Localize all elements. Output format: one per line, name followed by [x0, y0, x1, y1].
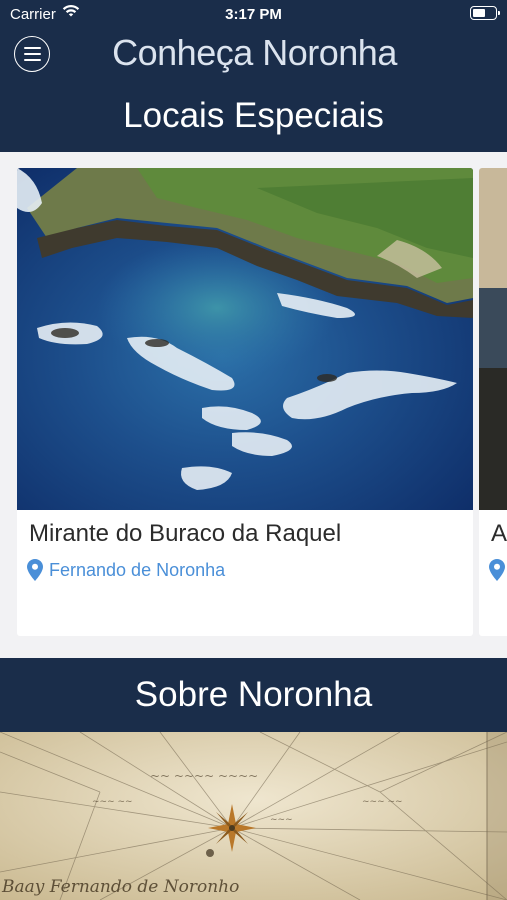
section-title-sobre-noronha: Sobre Noronha — [134, 675, 373, 714]
place-photo — [479, 168, 507, 510]
map-pin-icon — [27, 559, 43, 581]
battery-icon — [470, 6, 500, 20]
antique-map: ~~ ~~~~ ~~~~ ~~~ ~~ ~~~ ~~ ~~~ Baay Fern… — [0, 732, 507, 900]
section-header-sobre: Sobre Noronha — [0, 658, 507, 732]
svg-text:~~ ~~~~ ~~~~: ~~ ~~~~ ~~~~ — [150, 769, 258, 783]
svg-text:~~~ ~~: ~~~ ~~ — [362, 797, 403, 807]
app-title: Conheça Noronha — [112, 32, 397, 73]
svg-text:~~~ ~~: ~~~ ~~ — [92, 797, 133, 807]
place-name: A — [491, 520, 507, 547]
map-pin-icon — [489, 559, 505, 581]
place-location-label: Fernando de Noronha — [49, 559, 226, 580]
place-photo — [17, 168, 473, 510]
place-card[interactable]: Mirante do Buraco da Raquel Fernando de … — [17, 168, 473, 636]
places-carousel[interactable]: Mirante do Buraco da Raquel Fernando de … — [0, 152, 507, 658]
place-location[interactable]: Fernando de Noronha — [27, 559, 225, 581]
about-map-image[interactable]: ~~ ~~~~ ~~~~ ~~~ ~~ ~~~ ~~ ~~~ Baay Fern… — [0, 732, 507, 900]
place-location[interactable] — [489, 559, 505, 581]
place-name: Mirante do Buraco da Raquel — [29, 520, 342, 547]
place-card[interactable]: A — [479, 168, 507, 636]
status-bar: Carrier 3:17 PM — [0, 0, 507, 28]
status-time: 3:17 PM — [225, 6, 282, 23]
map-inscription: Baay Fernando de Noronho — [1, 877, 239, 897]
section-title-locais-especiais: Locais Especiais — [123, 96, 384, 135]
svg-text:~~~: ~~~ — [270, 815, 293, 825]
top-bar: Carrier 3:17 PM Conheça Noronha Locais E… — [0, 0, 507, 152]
